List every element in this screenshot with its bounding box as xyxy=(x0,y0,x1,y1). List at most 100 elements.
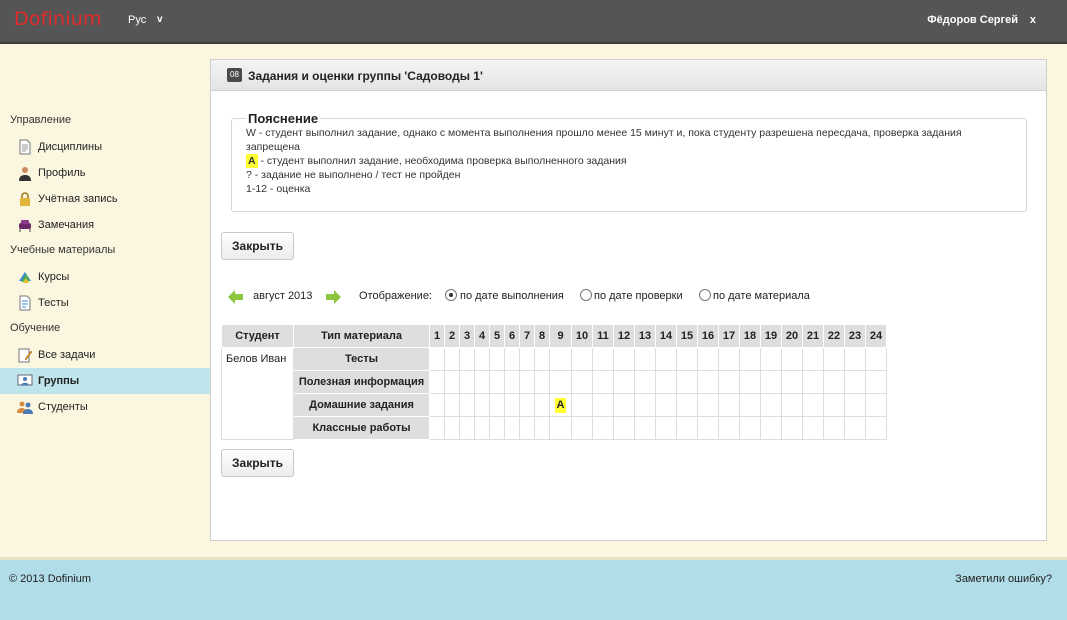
sidebar-item-all-tasks[interactable]: Все задачи xyxy=(0,342,210,368)
grade-cell[interactable] xyxy=(444,370,460,394)
grade-cell[interactable] xyxy=(613,347,635,371)
grade-cell[interactable] xyxy=(592,347,614,371)
grade-cell[interactable] xyxy=(844,393,866,417)
grade-cell[interactable] xyxy=(459,370,475,394)
grade-cell[interactable] xyxy=(474,370,490,394)
radio-label-material[interactable]: по дате материала xyxy=(713,290,810,302)
grade-cell[interactable] xyxy=(489,370,505,394)
grade-cell[interactable] xyxy=(613,416,635,440)
grade-cell[interactable] xyxy=(676,347,698,371)
grade-cell[interactable] xyxy=(504,393,520,417)
grade-cell[interactable] xyxy=(697,416,719,440)
grade-cell[interactable] xyxy=(592,416,614,440)
grade-cell[interactable] xyxy=(760,416,782,440)
grade-cell[interactable] xyxy=(534,393,550,417)
grade-cell[interactable] xyxy=(519,416,535,440)
grade-cell[interactable] xyxy=(823,393,845,417)
grade-cell[interactable] xyxy=(504,370,520,394)
grade-cell[interactable] xyxy=(474,393,490,417)
grade-cell[interactable] xyxy=(697,347,719,371)
grade-cell[interactable] xyxy=(739,347,761,371)
grade-cell[interactable] xyxy=(655,347,677,371)
report-error-link[interactable]: Заметили ошибку? xyxy=(955,573,1052,585)
grade-cell[interactable] xyxy=(844,370,866,394)
grade-cell[interactable] xyxy=(802,347,824,371)
grade-cell[interactable] xyxy=(459,393,475,417)
sidebar-item-remarks[interactable]: Замечания xyxy=(0,212,210,238)
grade-cell[interactable] xyxy=(549,347,572,371)
grade-cell[interactable] xyxy=(489,416,505,440)
logout-button[interactable]: x xyxy=(1030,14,1036,26)
grade-cell[interactable] xyxy=(444,393,460,417)
grade-cell[interactable] xyxy=(718,370,740,394)
grade-cell[interactable] xyxy=(676,370,698,394)
sidebar-item-courses[interactable]: Курсы xyxy=(0,264,210,290)
grade-mark[interactable]: A xyxy=(554,397,567,413)
grade-cell[interactable] xyxy=(571,370,593,394)
grade-cell[interactable] xyxy=(519,393,535,417)
grade-cell[interactable] xyxy=(534,347,550,371)
grade-cell[interactable] xyxy=(534,416,550,440)
grade-cell[interactable] xyxy=(718,416,740,440)
grade-cell[interactable] xyxy=(429,347,445,371)
arrow-right-icon[interactable] xyxy=(326,290,341,304)
grade-cell[interactable] xyxy=(474,416,490,440)
grade-cell[interactable] xyxy=(655,370,677,394)
radio-by-check-date[interactable] xyxy=(580,289,592,301)
grade-cell[interactable] xyxy=(534,370,550,394)
grade-cell[interactable] xyxy=(634,347,656,371)
grade-cell[interactable] xyxy=(781,393,803,417)
grade-cell[interactable] xyxy=(718,347,740,371)
grade-cell[interactable] xyxy=(781,370,803,394)
grade-cell[interactable] xyxy=(802,393,824,417)
grade-cell[interactable] xyxy=(634,393,656,417)
grade-cell[interactable] xyxy=(474,347,490,371)
grade-cell[interactable] xyxy=(655,416,677,440)
sidebar-item-profile[interactable]: Профиль xyxy=(0,160,210,186)
grade-cell[interactable] xyxy=(781,416,803,440)
grade-cell[interactable] xyxy=(429,393,445,417)
grade-cell[interactable] xyxy=(634,416,656,440)
grade-cell[interactable] xyxy=(489,393,505,417)
grade-cell[interactable] xyxy=(459,416,475,440)
grade-cell[interactable] xyxy=(844,347,866,371)
grade-cell[interactable] xyxy=(865,370,887,394)
grade-cell[interactable] xyxy=(844,416,866,440)
radio-by-completion-date[interactable] xyxy=(445,289,457,301)
grade-cell[interactable] xyxy=(571,416,593,440)
radio-label-completion[interactable]: по дате выполнения xyxy=(460,290,564,302)
close-button-bottom[interactable]: Закрыть xyxy=(221,449,295,477)
grade-cell[interactable] xyxy=(823,416,845,440)
grade-cell[interactable] xyxy=(613,370,635,394)
student-name[interactable]: Белов Иван xyxy=(221,347,294,440)
chevron-down-icon[interactable]: v xyxy=(157,14,163,25)
grade-cell[interactable] xyxy=(760,347,782,371)
grade-cell[interactable] xyxy=(571,393,593,417)
grade-cell[interactable] xyxy=(549,370,572,394)
close-button-top[interactable]: Закрыть xyxy=(221,232,295,260)
app-logo[interactable]: Dofinium xyxy=(14,8,102,30)
sidebar-item-tests[interactable]: Тесты xyxy=(0,290,210,316)
radio-label-check[interactable]: по дате проверки xyxy=(594,290,683,302)
grade-cell[interactable] xyxy=(760,370,782,394)
grade-cell[interactable] xyxy=(592,393,614,417)
grade-cell[interactable] xyxy=(676,416,698,440)
grade-cell[interactable] xyxy=(429,416,445,440)
grade-cell[interactable] xyxy=(444,416,460,440)
grade-cell[interactable] xyxy=(676,393,698,417)
grade-cell[interactable] xyxy=(865,347,887,371)
sidebar-item-students[interactable]: Студенты xyxy=(0,394,210,420)
grade-cell[interactable] xyxy=(519,347,535,371)
grade-cell[interactable] xyxy=(823,370,845,394)
grade-cell[interactable] xyxy=(697,393,719,417)
grade-cell[interactable] xyxy=(739,393,761,417)
sidebar-item-disciplines[interactable]: Дисциплины xyxy=(0,134,210,160)
user-name[interactable]: Фёдоров Сергей xyxy=(927,14,1018,26)
grade-cell[interactable] xyxy=(429,370,445,394)
grade-cell[interactable] xyxy=(739,370,761,394)
grade-cell[interactable] xyxy=(444,347,460,371)
grade-cell[interactable]: A xyxy=(549,393,572,417)
grade-cell[interactable] xyxy=(504,347,520,371)
grade-cell[interactable] xyxy=(760,393,782,417)
grade-cell[interactable] xyxy=(634,370,656,394)
